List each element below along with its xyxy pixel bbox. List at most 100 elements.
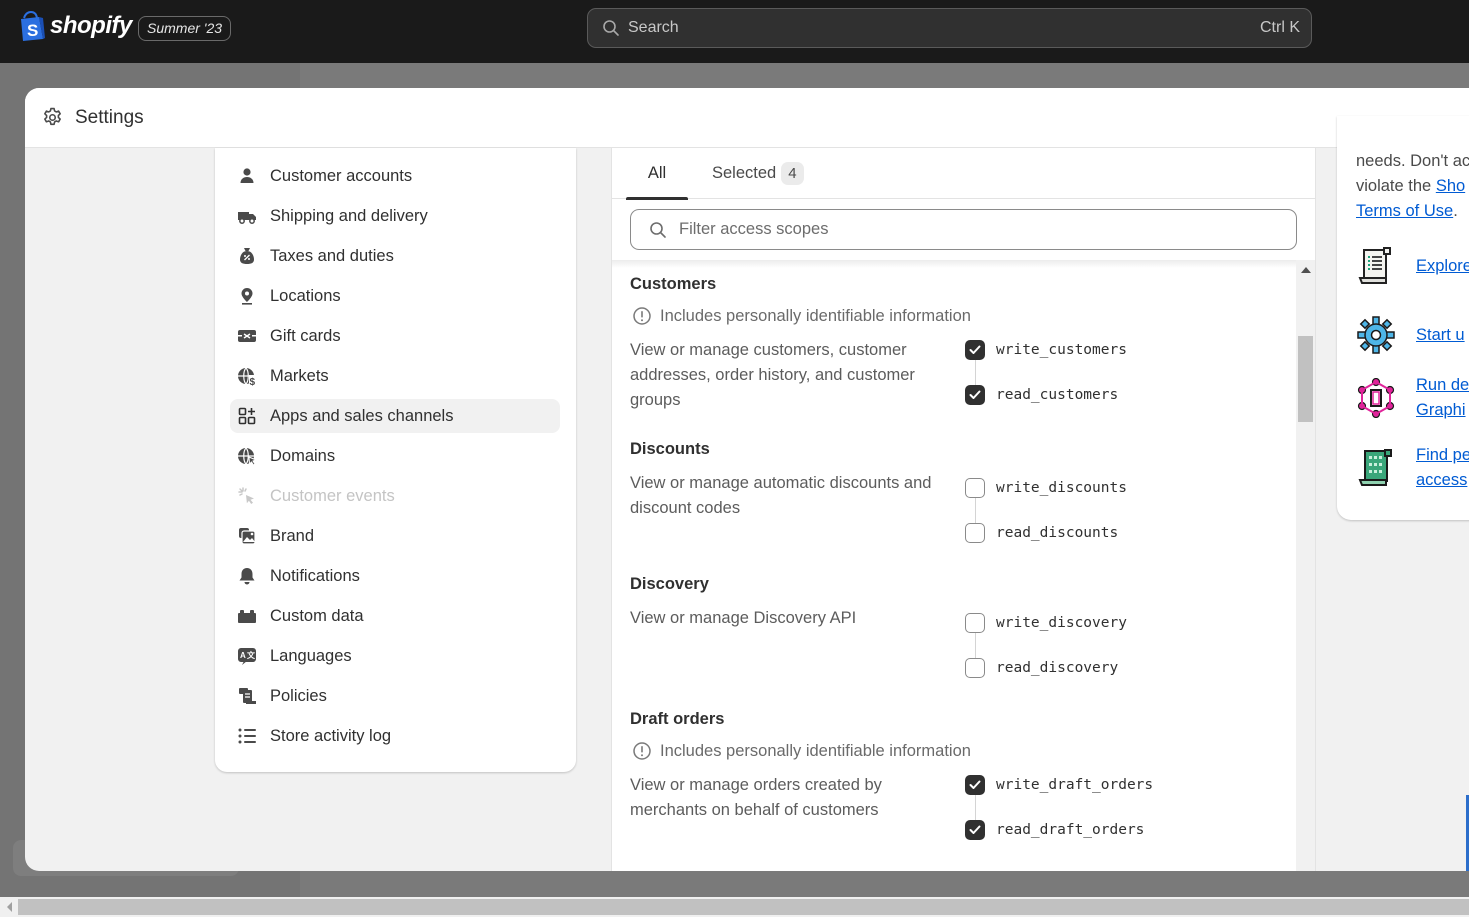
tax-bag-icon (237, 246, 257, 266)
green-scroll-icon (1358, 449, 1392, 486)
info-link-graphiql-label[interactable]: Run de (1416, 373, 1469, 398)
checkbox[interactable] (965, 523, 985, 543)
pii-notice: Includes personally identifiable informa… (630, 306, 1280, 326)
sidebar-item-languages[interactable]: A 文 Languages (230, 639, 560, 673)
graphql-icon (1357, 378, 1395, 418)
sidebar-item-gift-cards[interactable]: Gift cards (230, 319, 560, 353)
info-link-start-label[interactable]: Start u (1416, 323, 1465, 348)
scope-group-draft-orders: Draft orders Includes personally identifi… (630, 710, 1280, 840)
edition-badge[interactable]: Summer '23 (138, 16, 232, 41)
sidebar-item-locations[interactable]: Locations (230, 279, 560, 313)
filter-scopes-input[interactable]: Filter access scopes (630, 209, 1297, 250)
scope-checkbox-write-discounts[interactable]: write_discounts (965, 478, 1127, 498)
info-panel: needs. Don't ac violate the Sho Terms of… (1337, 116, 1469, 520)
scope-checkbox-write-discovery[interactable]: write_discovery (965, 613, 1127, 633)
horizontal-scroll-thumb[interactable] (18, 899, 1469, 915)
checkmark-icon (969, 345, 981, 355)
sidebar-item-label: Languages (270, 646, 352, 665)
shopify-bag-icon: S (21, 11, 45, 41)
sidebar-item-brand[interactable]: Brand (230, 519, 560, 553)
scopes-scrollbar[interactable] (1296, 260, 1315, 871)
info-link-find-label-2[interactable]: access (1416, 468, 1469, 493)
terms-line-1: needs. Don't ac (1356, 152, 1469, 170)
info-link-graphiql[interactable]: Run de Graphi (1356, 373, 1469, 423)
shopify-logo[interactable]: S shopify (19, 11, 132, 41)
scope-group-body: View or manage Discovery API write_discov… (630, 606, 1280, 678)
checkmark-icon (969, 780, 981, 790)
scope-checkboxes: write_draft_orders read_draft_orders (965, 775, 1153, 840)
sidebar-item-label: Apps and sales channels (270, 406, 454, 425)
sidebar-item-shipping-and-delivery[interactable]: Shipping and delivery (230, 199, 560, 233)
settings-nav-list: Customer accounts Shipping and delivery Ta… (230, 159, 560, 759)
sidebar-item-label: Locations (270, 286, 341, 305)
scope-group-title: Discounts (630, 440, 710, 458)
sidebar-item-policies[interactable]: Policies (230, 679, 560, 713)
scope-checkbox-read-draft-orders[interactable]: read_draft_orders (965, 820, 1153, 840)
info-link-graphiql-text[interactable]: Run de Graphi (1416, 373, 1469, 423)
checkbox[interactable] (965, 385, 985, 405)
checkbox[interactable] (965, 775, 985, 795)
scope-checkbox-read-customers[interactable]: read_customers (965, 385, 1127, 405)
info-link-explore[interactable]: Explore (1356, 246, 1469, 286)
docs-scroll-icon (1358, 247, 1391, 284)
scroll-left-arrow-icon[interactable] (7, 902, 12, 912)
info-link-find-label[interactable]: Find pe (1416, 443, 1469, 468)
checkbox[interactable] (965, 613, 985, 633)
settings-modal: Settings Customer accounts Shipping and d… (25, 88, 1469, 871)
sidebar-item-label: Policies (270, 686, 327, 705)
tab-selected[interactable]: Selected 4 (712, 148, 804, 199)
sidebar-item-customer-accounts[interactable]: Customer accounts (230, 159, 560, 193)
selected-count-badge: 4 (781, 162, 804, 185)
scope-connector-line (974, 795, 976, 820)
sidebar-item-label: Notifications (270, 566, 360, 585)
sidebar-item-custom-data[interactable]: Custom data (230, 599, 560, 633)
checkbox[interactable] (965, 820, 985, 840)
checkbox[interactable] (965, 658, 985, 678)
scope-checkbox-read-discovery[interactable]: read_discovery (965, 658, 1127, 678)
scope-checkboxes: write_customers read_customers (965, 340, 1127, 405)
scope-checkbox-write-draft-orders[interactable]: write_draft_orders (965, 775, 1153, 795)
terms-line-2-text: violate the (1356, 177, 1436, 195)
checkbox[interactable] (965, 478, 985, 498)
tab-all[interactable]: All (626, 148, 688, 200)
terms-period: . (1453, 202, 1458, 220)
scope-checkbox-read-discounts[interactable]: read_discounts (965, 523, 1127, 543)
global-search-input[interactable]: Search Ctrl K (587, 8, 1312, 48)
sidebar-item-markets[interactable]: $ Markets (230, 359, 560, 393)
info-link-graphiql-label-2[interactable]: Graphi (1416, 398, 1469, 423)
info-link-find-permissions[interactable]: Find pe access (1356, 443, 1469, 493)
scroll-up-arrow-icon[interactable] (1301, 267, 1311, 273)
settings-header: Settings (25, 88, 1469, 148)
sidebar-item-store-activity-log[interactable]: Store activity log (230, 719, 560, 753)
pii-notice: Includes personally identifiable informa… (630, 741, 1280, 761)
scroll-thumb[interactable] (1298, 336, 1313, 422)
sidebar-item-customer-events[interactable]: Customer events (230, 479, 560, 513)
gift-card-icon (237, 326, 257, 346)
scope-group-title: Customers (630, 275, 717, 293)
horizontal-scrollbar[interactable] (0, 897, 1469, 917)
apps-icon (237, 406, 257, 426)
terms-line-3: Terms of Use. (1356, 199, 1469, 224)
scope-name: write_customers (996, 342, 1127, 358)
scope-checkbox-write-customers[interactable]: write_customers (965, 340, 1127, 360)
settings-nav: Customer accounts Shipping and delivery Ta… (215, 148, 576, 772)
info-link-find-text[interactable]: Find pe access (1416, 443, 1469, 493)
sidebar-item-label: Markets (270, 366, 329, 385)
scope-tabs: All Selected 4 (612, 148, 1315, 200)
sidebar-item-domains[interactable]: Domains (230, 439, 560, 473)
sidebar-item-notifications[interactable]: Notifications (230, 559, 560, 593)
translate-icon: A文 (237, 646, 257, 666)
sidebar-item-taxes-and-duties[interactable]: Taxes and duties (230, 239, 560, 273)
info-link-start[interactable]: Start u (1356, 315, 1465, 355)
scope-name: read_customers (996, 387, 1119, 403)
scope-group-description: View or manage orders created by merchan… (630, 776, 882, 819)
info-link-explore-label[interactable]: Explore (1416, 254, 1469, 279)
search-placeholder: Search (628, 19, 679, 36)
scope-name: write_draft_orders (996, 777, 1154, 793)
shopify-api-terms-link[interactable]: Sho (1436, 177, 1465, 195)
sidebar-item-apps-and-sales-channels[interactable]: Apps and sales channels (230, 399, 560, 433)
search-shortcut-hint: Ctrl K (1260, 19, 1300, 36)
terms-of-use-link[interactable]: Terms of Use (1356, 202, 1453, 220)
scope-group-customers: Customers Includes personally identifiabl… (630, 275, 1280, 413)
checkbox[interactable] (965, 340, 985, 360)
